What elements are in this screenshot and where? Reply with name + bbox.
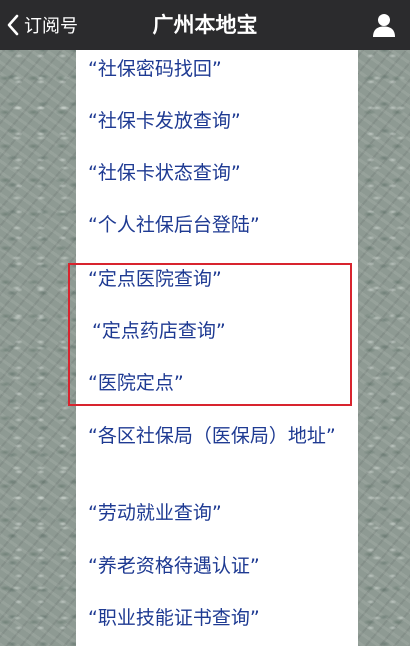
list-item-vocational-certificate-query[interactable]: “职业技能证书查询” bbox=[88, 605, 260, 632]
chevron-left-icon bbox=[7, 14, 19, 36]
list-item-card-issuance-query[interactable]: “社保卡发放查询” bbox=[88, 108, 241, 135]
screen: 订阅号 广州本地宝 “社保密码找回” “社保卡发放查询” “社保卡状态查询” “… bbox=[0, 0, 410, 646]
list-item-hospital-designation[interactable]: “医院定点” bbox=[88, 370, 184, 397]
list-item-card-status-query[interactable]: “社保卡状态查询” bbox=[88, 160, 241, 187]
list-item-designated-hospital-query[interactable]: “定点医院查询” bbox=[88, 266, 222, 293]
list-item-designated-pharmacy-query[interactable]: “定点药店查询” bbox=[92, 318, 226, 345]
list-item-employment-query[interactable]: “劳动就业查询” bbox=[88, 500, 222, 527]
list-item-personal-backend-login[interactable]: “个人社保后台登陆” bbox=[88, 212, 260, 239]
back-button[interactable]: 订阅号 bbox=[6, 0, 78, 50]
list-item-district-bureau-address[interactable]: “各区社保局（医保局）地址” bbox=[88, 423, 343, 450]
profile-button[interactable] bbox=[370, 11, 398, 39]
navbar: 订阅号 广州本地宝 bbox=[0, 0, 410, 50]
person-icon bbox=[373, 14, 395, 37]
list-item-social-security-password-recovery[interactable]: “社保密码找回” bbox=[88, 56, 222, 83]
list-item-pension-qualification-certification[interactable]: “养老资格待遇认证” bbox=[88, 553, 260, 580]
back-label: 订阅号 bbox=[24, 16, 78, 37]
